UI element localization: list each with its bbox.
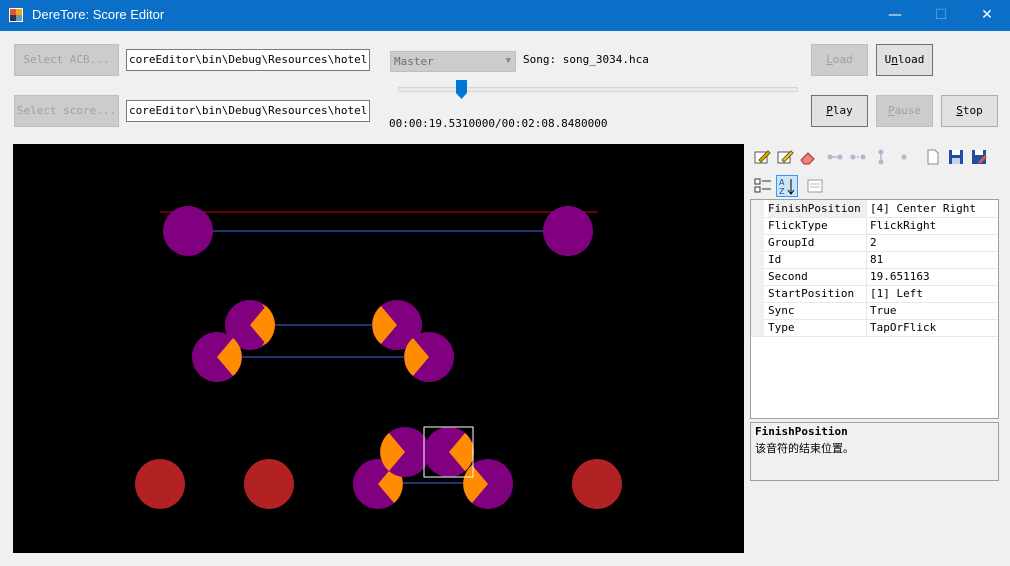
score-path-field[interactable]: coreEditor\bin\Debug\Resources\hotel.bdb xyxy=(126,100,370,122)
title-bar[interactable]: DereTore: Score Editor — ☐ ✕ xyxy=(0,0,1010,31)
vertical-connect-icon[interactable] xyxy=(872,148,890,166)
save-icon[interactable] xyxy=(947,148,965,166)
property-row-flick-type[interactable]: FlickType FlickRight xyxy=(751,217,998,235)
score-canvas[interactable] xyxy=(13,144,744,553)
difficulty-value: Master xyxy=(394,55,434,68)
property-row-group-id[interactable]: GroupId 2 xyxy=(751,234,998,252)
property-help-panel: FinishPosition 该音符的结束位置。 xyxy=(750,422,999,481)
disconnect-notes-icon[interactable] xyxy=(849,148,867,166)
property-row-sync[interactable]: Sync True xyxy=(751,302,998,320)
help-description: 该音符的结束位置。 xyxy=(755,442,854,455)
edit-note-alt-icon[interactable] xyxy=(776,148,794,166)
play-button[interactable]: Play xyxy=(811,95,868,127)
acb-path-field[interactable]: coreEditor\bin\Debug\Resources\hotel.acb xyxy=(126,49,370,71)
property-row-finish-position[interactable]: FinishPosition [4] Center Right xyxy=(751,200,998,218)
chevron-down-icon: ▼ xyxy=(505,56,511,66)
avatar-lane-2 xyxy=(244,459,294,509)
alphabetical-icon[interactable]: AZ xyxy=(776,175,798,197)
property-grid[interactable]: FinishPosition [4] Center Right FlickType… xyxy=(750,199,999,419)
edit-note-icon[interactable] xyxy=(753,148,771,166)
pause-label: Pause xyxy=(887,104,922,117)
avatar-lane-1 xyxy=(135,459,185,509)
dot-icon[interactable] xyxy=(895,148,913,166)
flick-note[interactable] xyxy=(404,332,454,382)
new-file-icon[interactable] xyxy=(924,148,942,166)
score-canvas-svg xyxy=(135,206,622,509)
stop-button[interactable]: Stop xyxy=(941,95,998,127)
svg-text:Z: Z xyxy=(779,187,785,196)
property-row-second[interactable]: Second 19.651163 xyxy=(751,268,998,286)
maximize-button[interactable]: ☐ xyxy=(918,0,964,31)
flick-note[interactable] xyxy=(192,332,242,382)
difficulty-select[interactable]: Master ▼ xyxy=(390,51,516,72)
save-as-icon[interactable] xyxy=(970,148,988,166)
property-row-id[interactable]: Id 81 xyxy=(751,251,998,269)
load-label: Load xyxy=(826,53,853,66)
playback-slider-thumb[interactable] xyxy=(456,80,468,99)
flick-note-selected[interactable] xyxy=(424,427,474,477)
property-row-start-position[interactable]: StartPosition [1] Left xyxy=(751,285,998,303)
eraser-icon[interactable] xyxy=(799,148,817,166)
app-icon xyxy=(9,8,23,22)
avatar-lane-5 xyxy=(572,459,622,509)
tap-note[interactable] xyxy=(163,206,213,256)
connect-notes-icon[interactable] xyxy=(826,148,844,166)
property-pages-icon[interactable] xyxy=(806,177,824,195)
load-button[interactable]: Load xyxy=(811,44,868,76)
flick-note[interactable] xyxy=(463,459,513,509)
property-row-type[interactable]: Type TapOrFlick xyxy=(751,319,998,337)
svg-text:A: A xyxy=(779,178,785,187)
window-title: DereTore: Score Editor xyxy=(32,7,165,22)
flick-note[interactable] xyxy=(380,427,430,477)
select-score-button[interactable]: Select score... xyxy=(14,95,119,127)
minimize-button[interactable]: — xyxy=(872,0,918,31)
unload-label: Unload xyxy=(884,53,925,66)
song-label: Song: song_3034.hca xyxy=(523,53,649,66)
close-button[interactable]: ✕ xyxy=(964,0,1010,31)
time-display: 00:00:19.5310000/00:02:08.8480000 xyxy=(389,117,608,130)
help-title: FinishPosition xyxy=(755,425,848,438)
stop-label: Stop xyxy=(956,104,983,117)
tap-note[interactable] xyxy=(543,206,593,256)
pause-button[interactable]: Pause xyxy=(876,95,933,127)
unload-button[interactable]: Unload xyxy=(876,44,933,76)
play-label: Play xyxy=(826,104,853,117)
select-acb-button[interactable]: Select ACB... xyxy=(14,44,119,76)
categorized-icon[interactable] xyxy=(754,177,772,195)
